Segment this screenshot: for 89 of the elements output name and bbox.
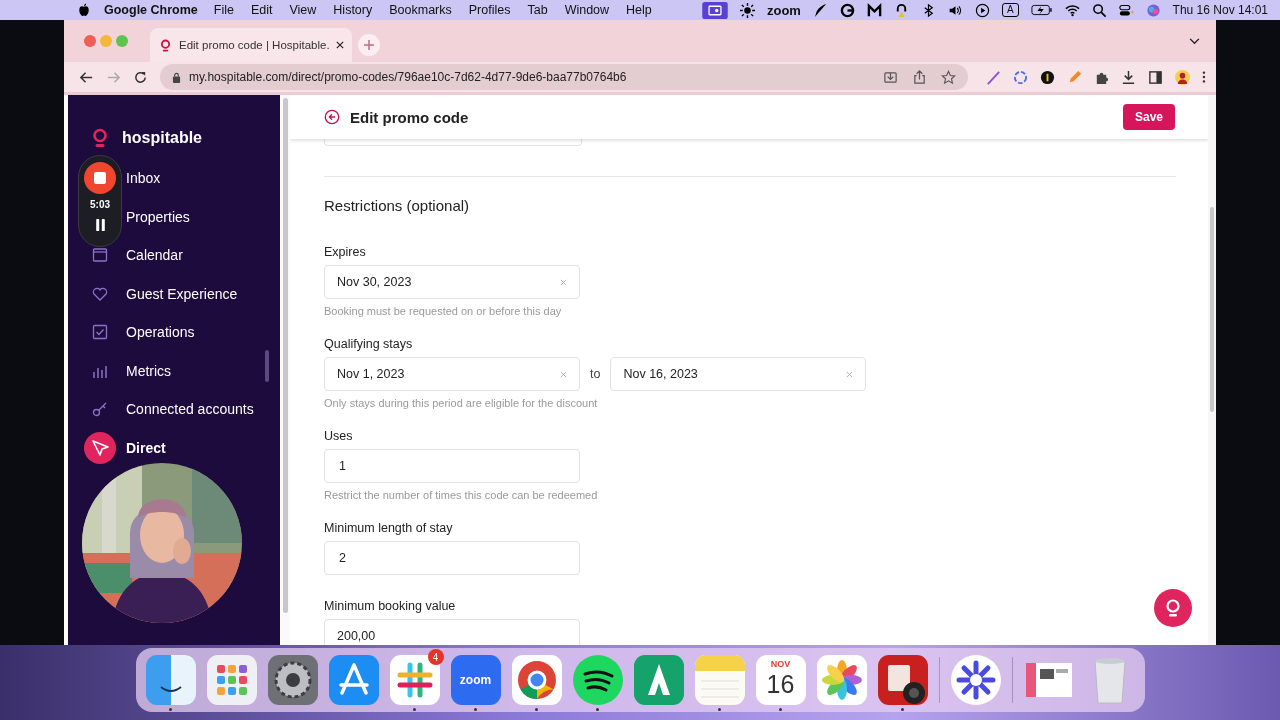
address-bar[interactable]: my.hospitable.com/direct/promo-codes/796ae10c-7d62-4d77-9de6-baa77b0764b6 [160,64,969,90]
reload-icon[interactable] [133,69,148,85]
sound-waves-app-icon[interactable] [572,655,623,705]
field-label: Qualifying stays [324,336,414,352]
recording-time: 5:03 [90,199,110,210]
menu-item[interactable]: Edit [250,3,273,17]
input-field[interactable]: 1 [324,449,580,483]
circle-g-icon[interactable] [839,2,855,18]
calendar-app-icon[interactable]: NOV 16 [755,655,806,705]
section-title: Restrictions (optional) [324,197,471,215]
profile-avatar-icon[interactable] [1175,69,1191,85]
lock-icon [172,71,181,83]
menu-item[interactable]: View [289,3,317,17]
play-icon[interactable] [974,2,990,18]
apple-icon[interactable] [78,3,90,17]
zoom-status-label[interactable]: zoom [766,2,801,18]
side-panel-icon[interactable] [1148,69,1164,85]
sun-icon[interactable] [739,2,755,18]
menu-item[interactable]: Bookmarks [389,3,452,17]
nav-link[interactable]: Metrics [126,362,172,379]
toggles-icon[interactable] [1118,2,1134,18]
input-field[interactable]: 2 [324,541,580,575]
field-label: Expires [324,244,367,260]
camera-app-icon[interactable] [877,655,928,705]
url-text: my.hospitable.com/direct/promo-codes/796ae10c-7d62-4d77-9de6-baa77b0764b6 [189,70,627,84]
nav-link[interactable]: Calendar [126,247,183,264]
date-field[interactable]: Nov 16, 2023 [610,357,867,391]
browser-app-icon[interactable] [511,655,562,705]
zoom-app-icon[interactable]: zoom [450,655,501,705]
chat-button-icon[interactable] [1154,589,1192,627]
brand-name: hospitable [122,129,202,147]
field-label: Minimum booking value [324,598,457,614]
input-source-indicator[interactable]: A [1001,3,1019,17]
range-separator: to [590,367,601,381]
nav-link[interactable]: Connected accounts [126,401,254,418]
search-icon[interactable] [1091,2,1107,18]
more-menu-icon[interactable] [1202,70,1206,84]
menu-item[interactable]: Tab [527,3,548,17]
menu-item[interactable]: File [213,3,234,17]
nav-link[interactable]: Properties [126,208,190,225]
screen-share-icon[interactable] [701,1,728,19]
menu-item[interactable]: History [333,3,373,17]
nav-link[interactable]: Operations [126,324,195,341]
browser-tab[interactable]: Edit promo code | Hospitable. [150,28,352,62]
stop-recording-icon[interactable] [84,162,116,194]
menu-item[interactable]: Window [564,3,610,17]
gear-app-icon[interactable] [267,655,318,705]
field-hint: Only stays during this period are eligible for the discount [324,397,599,410]
input-field[interactable]: 200,00 [324,619,580,645]
menu-bar-clock[interactable]: Thu 16 Nov 14:01 [1172,3,1268,17]
notification-badge: 4 [427,649,444,665]
asterisk-app-icon[interactable] [950,655,1001,705]
close-tab-icon[interactable] [335,41,344,49]
letter-a-app-icon[interactable] [328,655,379,705]
menu-item[interactable]: Profiles [468,3,511,17]
field-label: Uses [324,428,354,444]
field-label: Minimum length of stay [324,520,454,536]
star-icon[interactable] [941,69,957,85]
battery-icon[interactable] [1030,4,1053,16]
hospitable-logo-icon [160,38,171,52]
nav-link[interactable]: Guest Experience [126,285,238,302]
siri-icon[interactable] [1145,2,1161,18]
page-title: Edit promo code [350,108,469,126]
menu-app-name[interactable]: Google Chrome [104,3,198,17]
flower-app-icon[interactable] [816,655,867,705]
date-field[interactable]: Nov 1, 2023 [324,357,580,391]
back-circle-icon[interactable] [324,109,340,125]
feather-icon[interactable] [812,2,828,18]
hospitable-logo-icon [92,128,108,148]
m-shape-icon[interactable] [866,2,882,18]
download-icon[interactable] [1121,69,1137,85]
input-field[interactable] [324,139,582,146]
spiral-icon[interactable] [1013,69,1029,85]
date-field[interactable]: Nov 30, 2023 [324,265,580,299]
arch-app-icon[interactable] [633,655,684,705]
app-grid-icon[interactable] [206,655,257,705]
share-icon[interactable] [912,69,928,85]
field-hint: Booking must be requested on or before this day [324,305,563,318]
nav-link[interactable]: Direct [126,439,166,456]
wifi-icon[interactable] [1064,2,1080,18]
menu-item[interactable]: Help [626,3,652,17]
field-hint: Restrict the number of times this code can be redeemed [324,489,599,502]
smiling-face-app-icon[interactable] [145,655,196,705]
install-icon[interactable] [883,69,899,85]
save-button[interactable]: Save [1122,104,1175,130]
hash-app-icon[interactable] [389,655,440,705]
chevron-down-icon[interactable] [1189,37,1200,45]
nav-link[interactable]: Inbox [126,170,161,187]
pause-icon[interactable] [95,219,105,231]
